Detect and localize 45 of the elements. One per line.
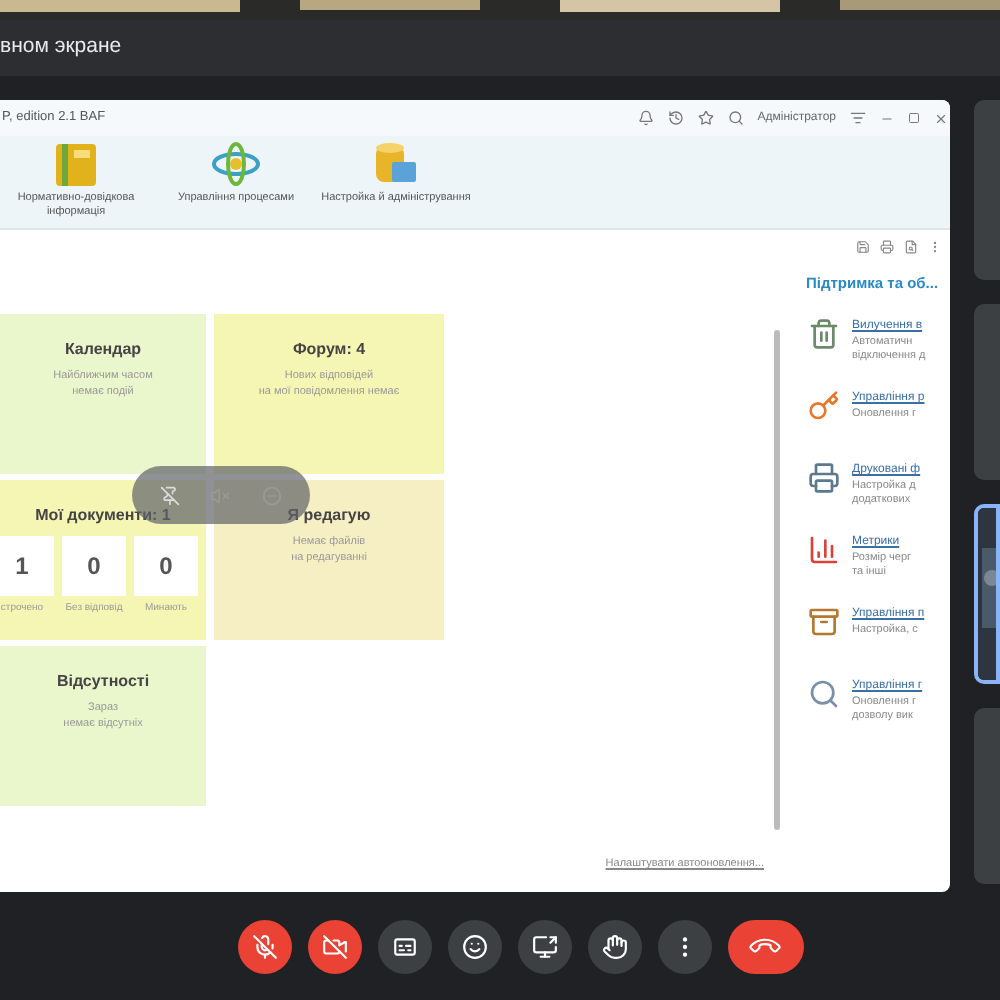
tile-title: Календар [64,338,142,362]
participant-tile[interactable] [974,708,1000,884]
scrollbar[interactable] [774,330,780,830]
tile-title: Відсутності [56,670,150,694]
magnifier-icon [808,678,840,711]
participant-tile[interactable] [974,100,1000,280]
bar-chart-icon [808,534,840,567]
counter-value[interactable]: 0 [62,536,126,596]
hand-button[interactable] [587,919,641,973]
save-icon[interactable] [856,240,870,254]
menu-icon[interactable] [850,110,866,126]
participant-tile[interactable] [974,304,1000,480]
bell-icon[interactable] [637,110,654,126]
hand-icon [601,933,627,959]
emoji-icon [461,933,487,959]
camera-button[interactable] [307,919,361,973]
database-icon [372,140,420,188]
printer-icon [808,462,840,495]
leave-call-button[interactable] [727,919,803,973]
maximize-icon[interactable] [908,112,920,124]
counter-value[interactable]: 1 [0,536,54,596]
star-icon[interactable] [697,110,714,126]
tile-title: Я редагую [287,504,371,528]
present-button[interactable] [517,919,571,973]
mic-button[interactable] [237,919,291,973]
preview-icon[interactable] [904,240,918,254]
present-screen-icon [531,933,557,959]
printer-icon[interactable] [880,240,894,254]
close-icon[interactable] [934,111,948,125]
key-icon [808,390,840,423]
captions-icon [391,933,417,959]
tile-title: Форум: 4 [292,338,366,362]
search-icon[interactable] [727,110,744,126]
captions-button[interactable] [377,919,431,973]
unpin-icon[interactable] [159,485,180,505]
binder-icon [54,140,98,188]
trash-icon [808,318,840,351]
banner-text: вном экране [0,32,122,63]
microphone-off-icon [251,933,277,959]
orbit-icon [210,140,262,188]
camera-off-icon [321,933,347,959]
cabinet-icon [808,606,840,639]
history-icon[interactable] [667,110,684,126]
emoji-button[interactable] [447,919,501,973]
counter-value[interactable]: 0 [134,536,198,596]
